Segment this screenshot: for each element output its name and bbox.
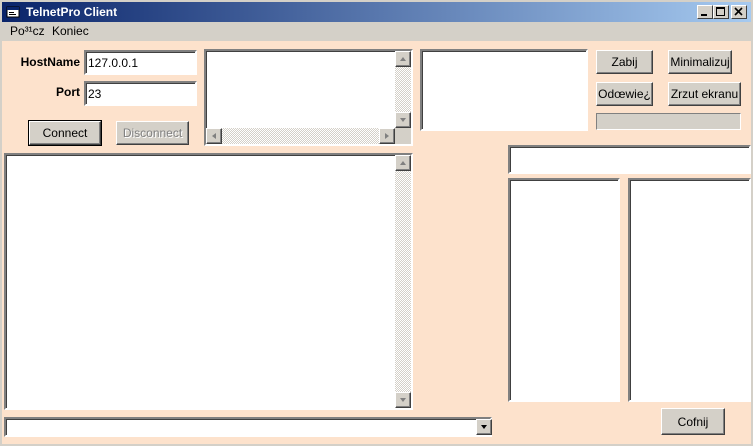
progress-bar <box>596 113 741 130</box>
app-window: TelnetPro Client Po³¹cz Koniec HostName … <box>0 0 753 446</box>
app-icon <box>6 6 20 18</box>
client-area: HostName Port Connect Disconnect <box>2 41 751 444</box>
path-input[interactable] <box>508 145 751 174</box>
arrow-left-icon <box>212 133 216 139</box>
kill-button[interactable]: Zabij <box>596 50 653 74</box>
combo-dropdown-button[interactable] <box>476 419 492 435</box>
terminal-scroll-down-button[interactable] <box>395 392 411 408</box>
menu-bar: Po³¹cz Koniec <box>2 22 751 41</box>
arrow-up-icon <box>400 161 406 165</box>
maximize-button[interactable] <box>713 5 729 19</box>
hostname-label: HostName <box>20 55 80 69</box>
arrow-down-icon <box>400 118 406 122</box>
scroll-right-button[interactable] <box>379 128 395 144</box>
title-bar[interactable]: TelnetPro Client <box>2 2 751 22</box>
menu-exit[interactable]: Koniec <box>52 24 89 38</box>
window-title: TelnetPro Client <box>26 5 118 19</box>
folder-list[interactable] <box>508 178 620 402</box>
close-button[interactable] <box>731 5 747 19</box>
scroll-corner <box>395 128 411 144</box>
process-list-hscroll[interactable] <box>206 128 395 144</box>
arrow-up-icon <box>400 57 406 61</box>
close-icon <box>734 7 743 16</box>
screenshot-button[interactable]: Zrzut ekranu <box>668 82 741 106</box>
scroll-down-button[interactable] <box>395 112 411 128</box>
process-list-vscroll[interactable] <box>395 51 411 128</box>
arrow-down-icon <box>400 398 406 402</box>
minimize-button[interactable] <box>697 5 713 19</box>
preview-box <box>420 49 588 131</box>
terminal-output[interactable] <box>4 153 413 410</box>
connect-button[interactable]: Connect <box>28 120 102 146</box>
scroll-left-button[interactable] <box>206 128 222 144</box>
terminal-scroll-up-button[interactable] <box>395 155 411 171</box>
file-list[interactable] <box>628 178 751 402</box>
chevron-down-icon <box>481 425 487 429</box>
port-input[interactable] <box>84 81 197 106</box>
terminal-vscroll[interactable] <box>395 155 411 408</box>
maximize-icon <box>716 7 725 16</box>
process-list[interactable] <box>204 49 413 146</box>
port-label: Port <box>56 85 80 99</box>
disconnect-button[interactable]: Disconnect <box>116 121 189 145</box>
back-button[interactable]: Cofnij <box>661 408 725 435</box>
minimize-window-button[interactable]: Minimalizuj <box>668 50 732 74</box>
refresh-button[interactable]: Odœwie¿ <box>596 82 653 106</box>
menu-connect[interactable]: Po³¹cz <box>10 24 45 38</box>
scroll-up-button[interactable] <box>395 51 411 67</box>
arrow-right-icon <box>385 133 389 139</box>
minimize-icon <box>701 14 707 16</box>
command-combo[interactable] <box>4 417 492 437</box>
hostname-input[interactable] <box>84 50 197 75</box>
